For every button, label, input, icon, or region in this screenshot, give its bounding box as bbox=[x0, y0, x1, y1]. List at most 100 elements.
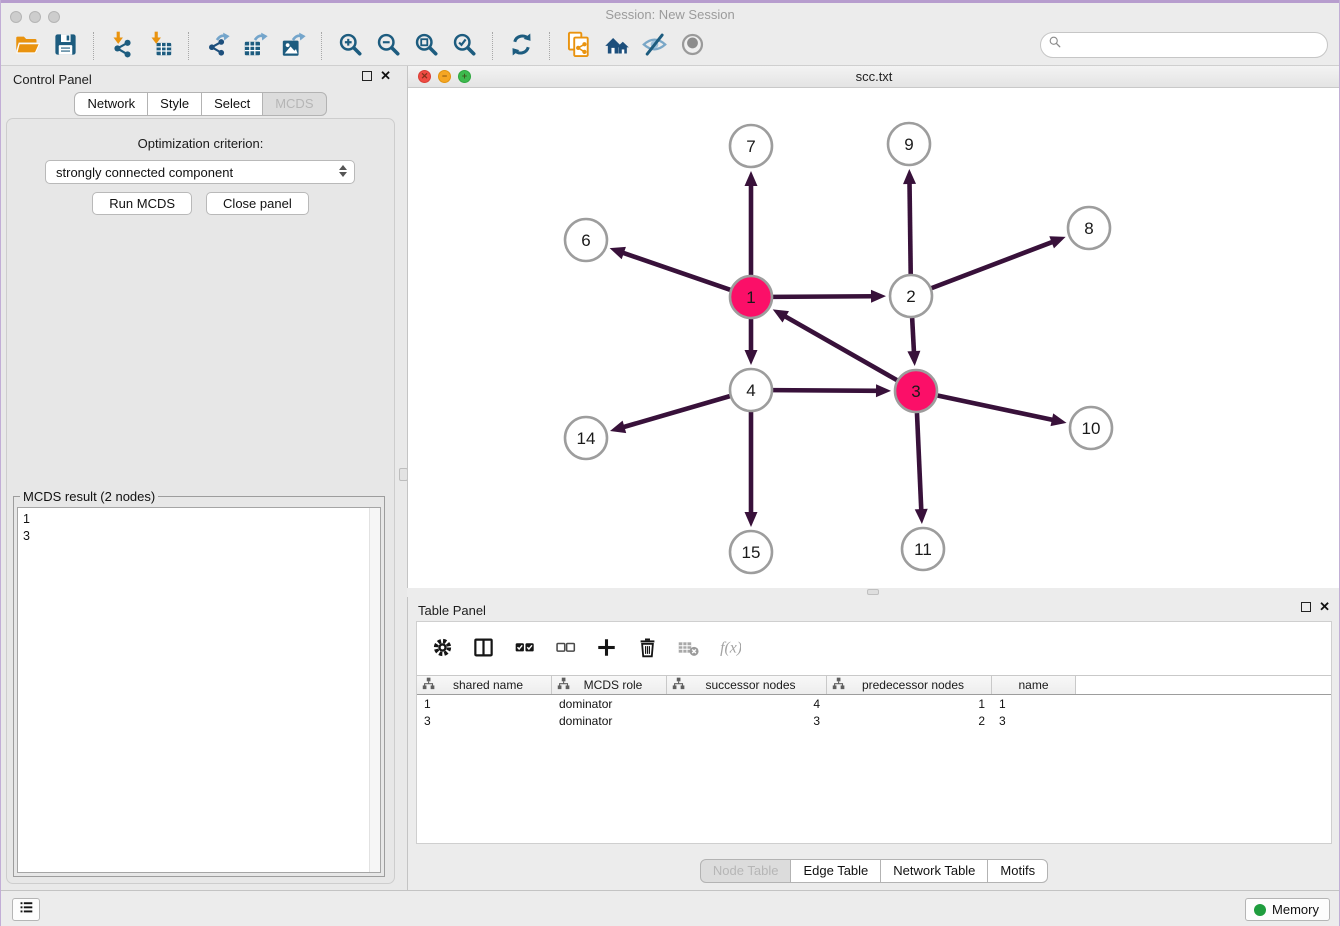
graph-node-label: 11 bbox=[914, 540, 932, 559]
column-header-mcds-role[interactable]: MCDS role bbox=[552, 676, 667, 694]
graph-node-9[interactable]: 9 bbox=[888, 123, 930, 165]
graph-node-6[interactable]: 6 bbox=[565, 219, 607, 261]
tab-mcds[interactable]: MCDS bbox=[262, 92, 326, 116]
search-input[interactable] bbox=[1064, 35, 1327, 55]
float-panel-icon[interactable] bbox=[362, 71, 372, 81]
graph-node-14[interactable]: 14 bbox=[565, 417, 607, 459]
tab-select[interactable]: Select bbox=[201, 92, 263, 116]
graph-node-15[interactable]: 15 bbox=[730, 531, 772, 573]
refresh-button[interactable] bbox=[502, 30, 540, 62]
graph-node-10[interactable]: 10 bbox=[1070, 407, 1112, 449]
table-tab-motifs[interactable]: Motifs bbox=[987, 859, 1048, 883]
graph-edge-3-11[interactable] bbox=[917, 413, 921, 511]
cell-mcds-role[interactable]: dominator bbox=[552, 697, 667, 711]
graph-node-label: 7 bbox=[746, 137, 755, 156]
horizontal-splitter-grip[interactable] bbox=[867, 589, 879, 595]
network-window-title: scc.txt bbox=[408, 69, 1340, 84]
table-float-panel-icon[interactable] bbox=[1301, 602, 1311, 612]
table-tab-edge-table[interactable]: Edge Table bbox=[790, 859, 881, 883]
table-tab-node-table[interactable]: Node Table bbox=[700, 859, 792, 883]
mcds-result-box[interactable]: 1 3 bbox=[17, 507, 381, 873]
cell-name[interactable]: 3 bbox=[992, 714, 1076, 728]
graph-edge-1-6[interactable] bbox=[622, 252, 730, 289]
import-network-button[interactable] bbox=[103, 30, 141, 62]
import-table-button[interactable] bbox=[141, 30, 179, 62]
cell-predecessor-nodes[interactable]: 2 bbox=[827, 714, 992, 728]
export-network-button[interactable] bbox=[198, 30, 236, 62]
cell-shared-name[interactable]: 3 bbox=[417, 714, 552, 728]
cell-mcds-role[interactable]: dominator bbox=[552, 714, 667, 728]
memory-button[interactable]: Memory bbox=[1245, 898, 1330, 921]
graph-edge-3-1[interactable] bbox=[784, 316, 897, 380]
cell-shared-name[interactable]: 1 bbox=[417, 697, 552, 711]
memory-label: Memory bbox=[1272, 902, 1319, 917]
add-column-button[interactable] bbox=[593, 636, 619, 662]
cell-successor-nodes[interactable]: 3 bbox=[667, 714, 827, 728]
close-panel-button[interactable]: Close panel bbox=[206, 192, 309, 215]
home-button[interactable] bbox=[597, 30, 635, 62]
table-row[interactable]: 1dominator411 bbox=[417, 695, 1331, 712]
delete-column-icon bbox=[636, 636, 659, 662]
zoom-out-button[interactable] bbox=[369, 30, 407, 62]
table-close-panel-icon[interactable]: ✕ bbox=[1319, 602, 1330, 612]
zoom-in-button[interactable] bbox=[331, 30, 369, 62]
optimization-criterion-select[interactable]: strongly connected component bbox=[45, 160, 355, 184]
control-panel-tabs: NetworkStyleSelectMCDS bbox=[0, 92, 401, 116]
network-from-file-button[interactable] bbox=[559, 30, 597, 62]
choose-columns-button[interactable] bbox=[470, 636, 496, 662]
deselect-all-rows-button[interactable] bbox=[552, 636, 578, 662]
close-panel-icon[interactable]: ✕ bbox=[380, 71, 391, 81]
graph-node-4[interactable]: 4 bbox=[730, 369, 772, 411]
toolbar-separator bbox=[93, 32, 94, 60]
export-table-button[interactable] bbox=[236, 30, 274, 62]
column-header-predecessor-nodes[interactable]: predecessor nodes bbox=[827, 676, 992, 694]
graph-edge-3-10[interactable] bbox=[938, 396, 1054, 421]
open-session-button[interactable] bbox=[8, 30, 46, 62]
deselect-all-rows-icon bbox=[554, 636, 577, 662]
horizontal-splitter[interactable] bbox=[407, 588, 1340, 597]
task-history-button[interactable] bbox=[12, 898, 40, 921]
table-settings-button[interactable] bbox=[429, 636, 455, 662]
select-all-rows-button[interactable] bbox=[511, 636, 537, 662]
graph-edge-2-8[interactable] bbox=[932, 242, 1054, 289]
graph-node-1[interactable]: 1 bbox=[730, 276, 772, 318]
search-icon bbox=[1047, 34, 1064, 56]
column-header-successor-nodes[interactable]: successor nodes bbox=[667, 676, 827, 694]
column-header-shared-name[interactable]: shared name bbox=[417, 676, 552, 694]
graph-node-8[interactable]: 8 bbox=[1068, 207, 1110, 249]
table-row[interactable]: 3dominator323 bbox=[417, 712, 1331, 729]
network-canvas[interactable]: 7 9 6 8 1 2 4 3 14 10 15 11 bbox=[408, 88, 1340, 587]
graph-edge-arrowhead bbox=[610, 421, 626, 433]
function-builder-button: f(x) bbox=[716, 636, 742, 662]
graph-edge-4-3[interactable] bbox=[773, 390, 878, 391]
graph-edge-2-9[interactable] bbox=[910, 182, 911, 274]
export-image-button[interactable] bbox=[274, 30, 312, 62]
search-box[interactable] bbox=[1040, 32, 1328, 58]
cell-predecessor-nodes[interactable]: 1 bbox=[827, 697, 992, 711]
tab-network[interactable]: Network bbox=[74, 92, 148, 116]
graph-edge-4-14[interactable] bbox=[622, 396, 729, 427]
delete-column-button[interactable] bbox=[634, 636, 660, 662]
run-mcds-button[interactable]: Run MCDS bbox=[92, 192, 192, 215]
graph-edge-2-3[interactable] bbox=[912, 318, 914, 353]
zoom-selected-button[interactable] bbox=[445, 30, 483, 62]
graph-node-3[interactable]: 3 bbox=[895, 370, 937, 412]
graph-edge-1-2[interactable] bbox=[773, 296, 873, 297]
table-tab-network-table[interactable]: Network Table bbox=[880, 859, 988, 883]
graph-node-2[interactable]: 2 bbox=[890, 275, 932, 317]
zoom-out-icon bbox=[375, 31, 402, 61]
graph-node-11[interactable]: 11 bbox=[902, 528, 944, 570]
graph-node-7[interactable]: 7 bbox=[730, 125, 772, 167]
mcds-result-scrollbar[interactable] bbox=[369, 508, 380, 872]
tab-style[interactable]: Style bbox=[147, 92, 202, 116]
column-header-name[interactable]: name bbox=[992, 676, 1076, 694]
hide-details-button[interactable] bbox=[635, 30, 673, 62]
graph-edge-arrowhead bbox=[1051, 413, 1067, 426]
zoom-fit-button[interactable] bbox=[407, 30, 445, 62]
cell-name[interactable]: 1 bbox=[992, 697, 1076, 711]
cell-successor-nodes[interactable]: 4 bbox=[667, 697, 827, 711]
function-builder-icon: f(x) bbox=[718, 636, 741, 662]
save-session-button[interactable] bbox=[46, 30, 84, 62]
delete-table-icon bbox=[677, 636, 700, 662]
network-window-titlebar: ✕ − + scc.txt bbox=[408, 66, 1340, 88]
